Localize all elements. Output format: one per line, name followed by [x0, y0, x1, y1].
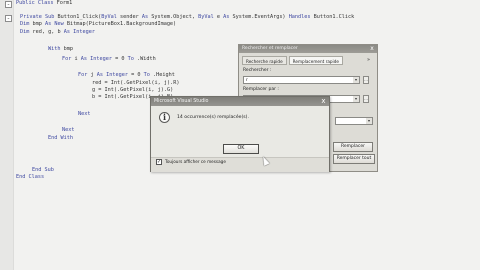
replace-label: Remplacer par : [243, 87, 279, 92]
close-icon[interactable]: x [369, 46, 375, 52]
ok-button[interactable]: OK [223, 144, 259, 154]
replace-button[interactable]: Remplacer [333, 142, 373, 152]
code-line: g = Int(.GetPixel(i, j).G) [92, 87, 174, 93]
code-line: Public Class Form1 [16, 0, 73, 6]
always-show-checkbox[interactable]: ✓ [156, 159, 162, 165]
code-line: Dim bmp As New Bitmap(PictureBox1.Backgr… [20, 21, 177, 27]
replace-options-button[interactable]: ... [363, 95, 369, 103]
code-line: End Sub [32, 167, 54, 173]
search-options-button[interactable]: ... [363, 76, 369, 84]
editor-gutter: - - [0, 0, 14, 270]
look-in-select[interactable]: ▾ [335, 117, 373, 125]
tab-quick-replace[interactable]: Remplacement rapide [288, 56, 343, 65]
info-icon: i [159, 112, 170, 123]
replace-all-button[interactable]: Remplacer tout [333, 154, 375, 164]
code-line: End With [48, 135, 73, 141]
find-replace-tabs: Recherche rapide Remplacement rapide [242, 56, 343, 65]
search-label: Rechercher : [243, 68, 272, 73]
close-icon[interactable]: x [320, 98, 327, 105]
search-input-value: r [246, 78, 248, 83]
search-input[interactable]: r ▾ [243, 76, 360, 84]
code-line: Next [78, 111, 91, 117]
message-box-title: Microsoft Visual Studio [151, 97, 329, 106]
message-box: Microsoft Visual Studio x i 14 occurrenc… [150, 96, 330, 172]
code-line: For i As Integer = 0 To .Width [62, 56, 156, 62]
chevron-down-icon[interactable]: ▾ [353, 77, 359, 83]
code-line: red = Int(.GetPixel(i, j).R) [92, 80, 180, 86]
code-line: With bmp [48, 46, 73, 52]
chevron-down-icon[interactable]: ▾ [353, 96, 359, 102]
code-line: End Class [16, 174, 45, 180]
always-show-label: Toujours afficher ce message [165, 159, 226, 164]
collapse-toggle-icon[interactable]: - [5, 1, 12, 8]
chevron-down-icon[interactable]: ▾ [366, 118, 372, 124]
code-line: Dim red, g, b As Integer [20, 29, 95, 35]
code-line: Next [62, 127, 75, 133]
tab-quick-find[interactable]: Recherche rapide [242, 56, 287, 65]
chevron-right-icon[interactable]: » [367, 57, 370, 64]
code-line: Private Sub Button1_Click(ByVal sender A… [20, 14, 355, 20]
find-replace-title: Rechercher et remplacer [239, 45, 377, 53]
code-line: For j As Integer = 0 To .Height [78, 72, 175, 78]
collapse-toggle-icon[interactable]: - [5, 15, 12, 22]
message-text: 14 occurrence(s) remplacée(s). [177, 115, 249, 120]
